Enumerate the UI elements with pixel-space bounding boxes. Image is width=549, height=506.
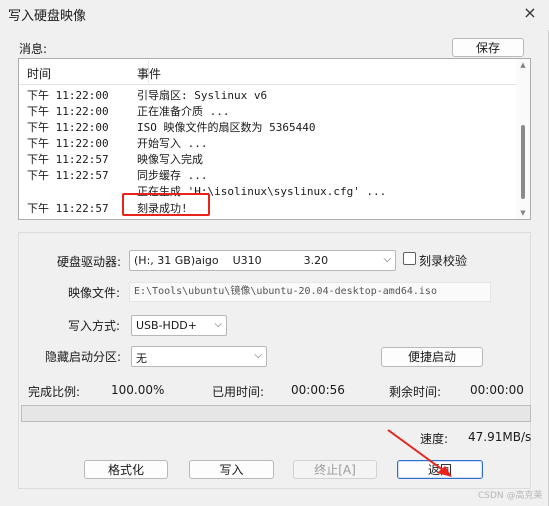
log-event: 引导扇区: Syslinux v6	[137, 89, 268, 102]
scroll-up-icon[interactable]: ▲	[519, 61, 527, 69]
column-header-event[interactable]: 事件	[137, 65, 161, 82]
success-highlight-box	[122, 193, 210, 216]
drive-label: 硬盘驱动器:	[57, 255, 122, 269]
scroll-thumb[interactable]	[521, 125, 525, 199]
log-time: 下午 11:22:00	[27, 105, 109, 118]
log-row[interactable]: 下午 11:22:00 ISO 映像文件的扇区数为 5365440	[19, 118, 516, 134]
chevron-down-icon: ⌵	[254, 350, 262, 361]
quick-boot-button[interactable]: 便捷启动	[381, 347, 483, 367]
log-time: 下午 11:22:00	[27, 137, 109, 150]
log-event: 正在准备介质 ...	[137, 105, 230, 118]
window-title: 写入硬盘映像	[8, 9, 87, 24]
speed-value: 47.91MB/s	[468, 430, 532, 444]
log-time: 下午 11:22:57	[27, 153, 109, 166]
log-event: 开始写入 ...	[137, 137, 208, 150]
log-row[interactable]: 下午 11:22:00 正在准备介质 ...	[19, 102, 516, 118]
progress-bar	[21, 405, 531, 422]
close-icon[interactable]: ×	[516, 2, 544, 26]
completion-label: 完成比例:	[28, 385, 81, 399]
drive-select[interactable]: (H:, 31 GB)aigo U310 3.20 ⌵	[129, 250, 396, 271]
image-path-field[interactable]: E:\Tools\ubuntu\镜像\ubuntu-20.04-desktop-…	[129, 282, 491, 302]
log-time: 下午 11:22:00	[27, 89, 109, 102]
remaining-value: 00:00:00	[470, 383, 524, 397]
chevron-down-icon: ⌵	[214, 319, 222, 330]
write-mode-select[interactable]: USB-HDD+ ⌵	[131, 315, 227, 336]
log-time: 下午 11:22:57	[27, 202, 109, 215]
write-mode-label: 写入方式:	[68, 319, 121, 333]
message-log-viewport: 时间 事件 下午 11:22:00 引导扇区: Syslinux v6 下午 1…	[19, 59, 516, 219]
log-event: 同步缓存 ...	[137, 169, 208, 182]
image-file-label: 映像文件:	[68, 286, 121, 300]
verify-label[interactable]: 刻录校验	[419, 252, 467, 269]
verify-checkbox[interactable]	[403, 252, 416, 265]
log-time: 下午 11:22:00	[27, 121, 109, 134]
log-vertical-scrollbar[interactable]: ▲ ▼	[516, 59, 530, 219]
messages-label: 消息:	[19, 42, 48, 56]
back-button[interactable]: 返回	[397, 460, 483, 479]
log-event: 映像写入完成	[137, 153, 203, 166]
title-bar: 写入硬盘映像 ×	[0, 0, 549, 30]
save-button[interactable]: 保存	[452, 38, 524, 57]
elapsed-value: 00:00:56	[291, 383, 345, 397]
remaining-label: 剩余时间:	[389, 385, 442, 399]
write-button[interactable]: 写入	[189, 460, 274, 479]
write-mode-value: USB-HDD+	[136, 319, 197, 332]
elapsed-label: 已用时间:	[212, 385, 265, 399]
log-event: ISO 映像文件的扇区数为 5365440	[137, 121, 316, 134]
log-header: 时间 事件	[19, 59, 516, 85]
speed-label: 速度:	[420, 432, 449, 446]
column-header-time[interactable]: 时间	[27, 65, 51, 82]
message-log[interactable]: 时间 事件 下午 11:22:00 引导扇区: Syslinux v6 下午 1…	[18, 58, 531, 220]
hidden-partition-select[interactable]: 无 ⌵	[131, 346, 267, 367]
log-time: 下午 11:22:57	[27, 169, 109, 182]
scroll-down-icon[interactable]: ▼	[519, 209, 527, 217]
log-row[interactable]: 下午 11:22:00 引导扇区: Syslinux v6	[19, 86, 516, 102]
log-row[interactable]: 正在生成 'H:\isolinux\syslinux.cfg' ...	[19, 182, 516, 198]
log-row[interactable]: 下午 11:22:00 开始写入 ...	[19, 134, 516, 150]
log-row[interactable]: 下午 11:22:57 同步缓存 ...	[19, 166, 516, 182]
drive-select-value: (H:, 31 GB)aigo U310 3.20	[134, 254, 329, 267]
log-row[interactable]: 下午 11:22:57 刻录成功!	[19, 199, 516, 215]
hidden-partition-value: 无	[136, 352, 147, 365]
chevron-down-icon: ⌵	[383, 254, 391, 265]
completion-value: 100.00%	[111, 383, 165, 397]
hidden-partition-label: 隐藏启动分区:	[45, 350, 122, 364]
log-row[interactable]: 下午 11:22:57 映像写入完成	[19, 150, 516, 166]
format-button[interactable]: 格式化	[84, 460, 168, 479]
abort-button[interactable]: 终止[A]	[293, 460, 377, 479]
write-disk-image-dialog: 写入硬盘映像 × 消息: 保存 时间 事件 下午 11:22:00 引导扇区: …	[0, 0, 549, 506]
watermark: CSDN @高克莱	[478, 491, 543, 501]
